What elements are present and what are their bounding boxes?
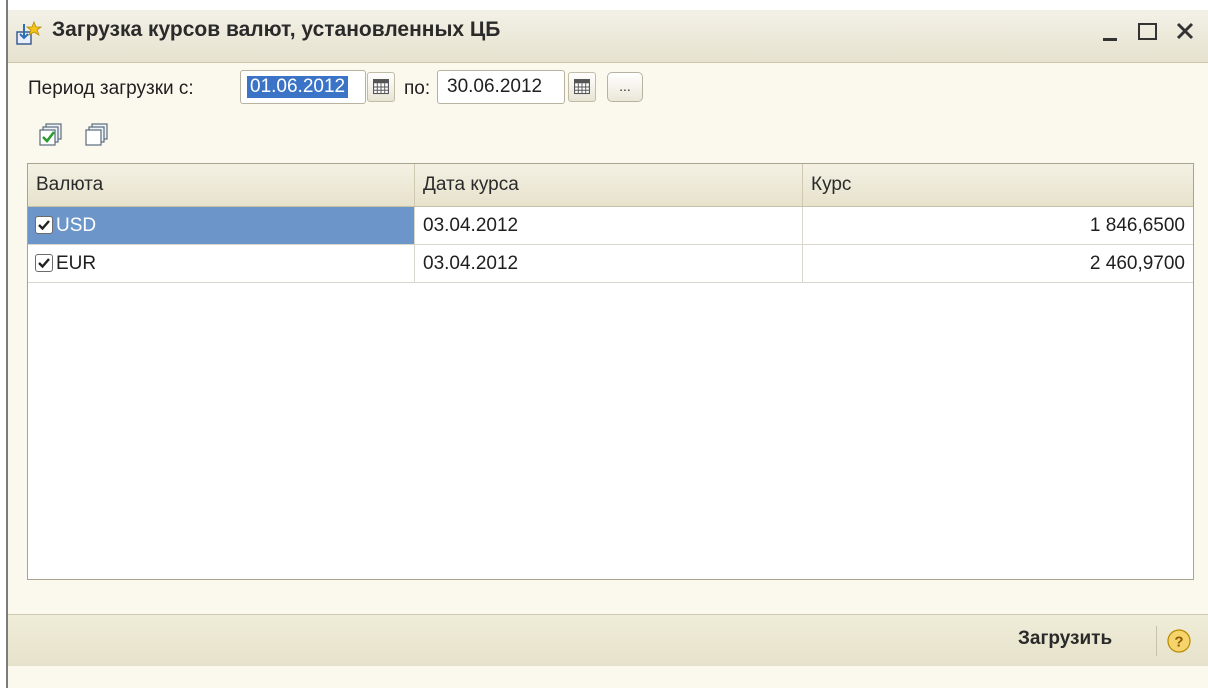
calendar-icon[interactable] <box>568 72 596 102</box>
date-to-field[interactable]: 30.06.2012 <box>437 70 565 104</box>
table-row[interactable]: USD 03.04.2012 1 846,6500 <box>28 207 1193 245</box>
window: Загрузка курсов валют, установленных ЦБ … <box>0 0 1208 688</box>
calendar-icon[interactable] <box>367 72 395 102</box>
rate-cell[interactable]: 1 846,6500 <box>803 207 1193 244</box>
svg-text:?: ? <box>1174 634 1183 651</box>
window-left-border <box>0 0 8 688</box>
currency-load-icon <box>16 20 42 45</box>
load-button[interactable]: Загрузить <box>1018 628 1112 650</box>
column-header-date[interactable]: Дата курса <box>415 164 803 206</box>
date-to-value: 30.06.2012 <box>447 76 543 97</box>
currency-cell[interactable]: USD <box>28 207 415 244</box>
currency-code: EUR <box>56 253 97 274</box>
maximize-icon[interactable] <box>1132 16 1162 46</box>
table-header: Валюта Дата курса Курс <box>28 164 1193 207</box>
rate-cell[interactable]: 2 460,9700 <box>803 245 1193 282</box>
row-checkbox[interactable] <box>35 254 53 272</box>
date-from-value: 01.06.2012 <box>247 76 349 98</box>
period-select-button[interactable]: ... <box>607 72 643 102</box>
column-header-currency[interactable]: Валюта <box>28 164 415 206</box>
column-header-rate[interactable]: Курс <box>803 164 1193 206</box>
uncheck-all-icon[interactable] <box>84 122 110 148</box>
period-to-label: по: <box>404 78 431 99</box>
currency-code: USD <box>56 215 97 236</box>
window-top-strip <box>8 0 1208 10</box>
help-icon[interactable]: ? <box>1166 628 1192 654</box>
check-all-icon[interactable] <box>38 122 64 148</box>
close-icon[interactable] <box>1170 16 1200 46</box>
table-row[interactable]: EUR 03.04.2012 2 460,9700 <box>28 245 1193 283</box>
footer-separator <box>1156 626 1157 656</box>
currency-cell[interactable]: EUR <box>28 245 415 282</box>
checkmark-icon <box>38 258 50 269</box>
row-checkbox[interactable] <box>35 216 53 234</box>
period-label: Период загрузки с: <box>28 78 194 99</box>
date-from-field[interactable]: 01.06.2012 <box>240 70 366 104</box>
window-title: Загрузка курсов валют, установленных ЦБ <box>52 18 501 41</box>
rate-date-cell[interactable]: 03.04.2012 <box>415 245 803 282</box>
minimize-icon[interactable] <box>1095 16 1125 46</box>
currency-table[interactable]: Валюта Дата курса Курс USD 03.04.2012 1 … <box>27 163 1194 580</box>
rate-date-cell[interactable]: 03.04.2012 <box>415 207 803 244</box>
checkmark-icon <box>38 220 50 231</box>
